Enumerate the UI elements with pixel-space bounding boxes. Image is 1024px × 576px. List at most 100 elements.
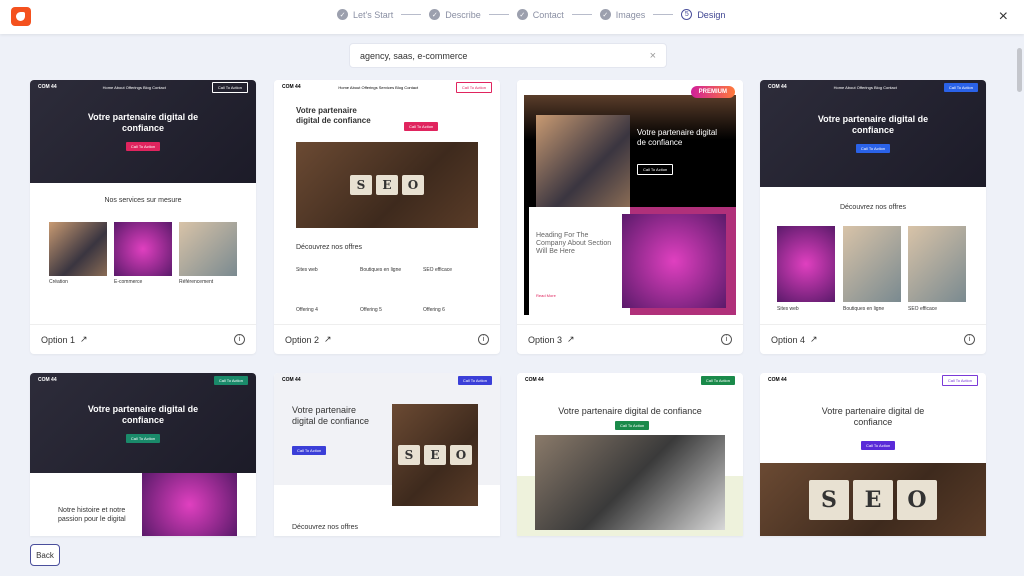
nav-links: Home About Offerings Services Blog Conta… — [338, 84, 419, 90]
preview[interactable]: COM 44 Call To Action Votre partenaire di… — [760, 373, 986, 536]
info-icon[interactable]: i — [234, 334, 245, 345]
preview[interactable]: COM 44 Call To Action Votre partenaire di… — [274, 373, 500, 536]
clear-icon[interactable]: × — [650, 50, 656, 62]
preview[interactable]: COM 44 Home About Offerings Services Blog… — [274, 80, 500, 324]
hero-title: Votre partenaire digital de confiance — [817, 114, 929, 135]
info-icon[interactable]: i — [964, 334, 975, 345]
cta: Call To Action — [292, 446, 327, 455]
hero-title: Votre partenaire digital de confiance — [87, 403, 199, 425]
option-label: Option 3 — [528, 334, 563, 345]
item: Offering 6 — [423, 307, 445, 313]
nav: COM 44 Call To Action — [760, 373, 986, 387]
external-link-icon[interactable]: ↗ — [567, 334, 575, 345]
design-option-5[interactable]: Votre partenaire digital de confiance Ca… — [30, 373, 256, 536]
brand: COM 44 — [282, 84, 301, 90]
nav: COM 44 Home About Offerings Services Blog… — [274, 80, 500, 94]
cta: Call To Action — [404, 122, 439, 131]
info-icon[interactable]: i — [478, 334, 489, 345]
computer-image — [622, 214, 726, 308]
hero-title: Votre partenaire digital de confiance — [558, 406, 702, 416]
nav: COM 44 Call To Action — [274, 373, 500, 387]
people-image — [843, 226, 901, 302]
info-icon[interactable]: i — [721, 334, 732, 345]
preview[interactable]: Votre partenaire digital de confiance Ca… — [30, 80, 256, 324]
cta: Call To Action — [861, 441, 896, 450]
preview[interactable]: Votre partenaire digital de confiance Ca… — [517, 80, 743, 324]
scrollbar[interactable] — [1017, 48, 1022, 92]
item: SEO efficace — [908, 306, 938, 312]
item: E-commerce — [114, 279, 143, 285]
design-option-3[interactable]: Votre partenaire digital de confiance Ca… — [517, 80, 743, 354]
step-number: 5 — [681, 9, 693, 20]
external-link-icon[interactable]: ↗ — [810, 334, 818, 345]
item: Sites web — [777, 306, 799, 312]
hero: Votre partenaire digital de confiance Ca… — [30, 80, 256, 183]
preview[interactable]: Votre partenaire digital de confiance Ca… — [760, 80, 986, 324]
hero-title: Votre partenaire digital de confiance — [637, 128, 718, 147]
item: SEO efficace — [423, 267, 453, 273]
external-link-icon[interactable]: ↗ — [324, 334, 332, 345]
option-label: Option 1 — [41, 334, 76, 345]
design-option-4[interactable]: Votre partenaire digital de confiance Ca… — [760, 80, 986, 354]
preview[interactable]: Votre partenaire digital de confiance Ca… — [30, 373, 256, 536]
section-title: Découvrez nos offres — [292, 524, 359, 531]
step-design[interactable]: 5 Design — [681, 9, 725, 20]
design-option-1[interactable]: Votre partenaire digital de confiance Ca… — [30, 80, 256, 354]
external-link-icon[interactable]: ↗ — [80, 334, 88, 345]
computer-image — [142, 473, 237, 536]
computer-image — [777, 226, 835, 302]
nav: COM 44 Home About Offerings Blog Contact C… — [760, 80, 986, 94]
people-image — [179, 222, 237, 276]
hero-title: Votre partenaire digital de confiance — [821, 406, 925, 427]
step-label: Describe — [445, 9, 481, 20]
search-input[interactable]: agency, saas, e-commerce × — [349, 43, 667, 68]
design-option-2[interactable]: COM 44 Home About Offerings Services Blog… — [274, 80, 500, 354]
nav-links: Home About Offerings Blog Contact — [102, 84, 166, 90]
step-contact[interactable]: ✓ Contact — [516, 9, 564, 20]
step-images[interactable]: ✓ Images — [599, 9, 645, 20]
check-icon: ✓ — [599, 9, 611, 20]
check-icon: ✓ — [516, 9, 528, 20]
nav-links: Home About Offerings Blog Contact — [833, 84, 897, 90]
close-icon[interactable]: × — [999, 8, 1008, 26]
seo-tiles-image: SEO — [760, 463, 986, 536]
seo-tiles-image: SEO — [392, 404, 478, 506]
stepper: ✓ Let's Start ✓ Describe ✓ Contact ✓ Images … — [337, 9, 725, 20]
cta: Call To Action — [125, 142, 161, 151]
item: Boutiques en ligne — [360, 267, 402, 273]
step-label: Let's Start — [353, 9, 394, 20]
seo-tiles-image: SEO — [296, 142, 478, 228]
design-option-6[interactable]: COM 44 Call To Action Votre partenaire di… — [274, 373, 500, 536]
phone-image — [49, 222, 107, 276]
phone-image — [536, 115, 630, 207]
step-lets-start[interactable]: ✓ Let's Start — [337, 9, 393, 20]
item: Création — [49, 279, 68, 285]
hero-title: Votre partenaire digital de confiance — [292, 405, 370, 426]
app-logo — [11, 7, 31, 26]
item: Offering 5 — [360, 307, 382, 313]
brand: COM 44 — [525, 377, 544, 383]
card-footer: Option 3 ↗ i — [517, 324, 743, 354]
hero-title: Votre partenaire digital de confiance — [296, 106, 371, 125]
section-title: Notre histoire et notre passion pour le … — [58, 507, 126, 523]
design-option-7[interactable]: COM 44 Call To Action Votre partenaire di… — [517, 373, 743, 536]
preview[interactable]: COM 44 Call To Action Votre partenaire di… — [517, 373, 743, 536]
nav: COM 44 Call To Action — [517, 373, 743, 387]
card-footer: Option 1 ↗ i — [30, 324, 256, 354]
check-icon: ✓ — [337, 9, 348, 20]
card-footer: Option 4 ↗ i — [760, 324, 986, 354]
hero: Votre partenaire digital de confiance Ca… — [30, 373, 256, 473]
step-describe[interactable]: ✓ Describe — [429, 9, 481, 20]
section-title: Nos services sur mesure — [104, 197, 182, 204]
nav-cta: Call To Action — [211, 81, 248, 93]
premium-badge: PREMIUM — [690, 86, 735, 98]
nav: COM 44 Home About Offerings Blog Contact C… — [30, 80, 256, 94]
nav: COM 44 Call To Action — [30, 373, 256, 387]
item: Offering 4 — [296, 307, 318, 313]
design-option-8[interactable]: COM 44 Call To Action Votre partenaire di… — [760, 373, 986, 536]
nav-cta: Call To Action — [943, 82, 978, 92]
section-title: Découvrez nos offres — [296, 244, 363, 251]
read-more: Read More — [536, 293, 556, 298]
back-button[interactable]: Back — [30, 544, 60, 566]
search-value: agency, saas, e-commerce — [360, 50, 468, 61]
